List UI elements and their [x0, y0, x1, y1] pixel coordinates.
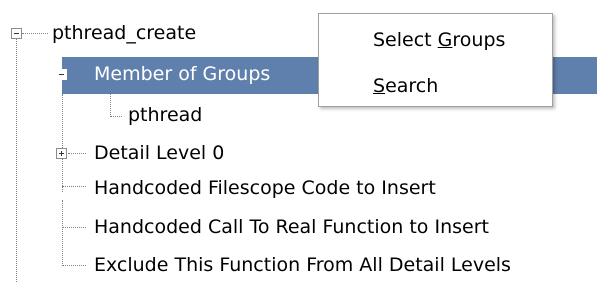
menu-item-mnemonic: G [437, 29, 453, 51]
collapse-toggle-icon[interactable] [56, 69, 67, 80]
menu-item-mnemonic: S [373, 75, 386, 97]
expand-toggle-icon[interactable] [56, 148, 67, 159]
tree-branch-line [62, 227, 86, 228]
menu-item-text: Select [373, 29, 438, 51]
tree-branch-line [62, 186, 86, 187]
tree-guide-line [62, 200, 63, 266]
menu-item-search[interactable]: Search [373, 75, 438, 97]
tree-branch-line [68, 153, 86, 154]
menu-item-text: earch [385, 75, 439, 97]
tree-node-pthread[interactable]: pthread [128, 104, 202, 126]
tree-node-handcoded-filescope[interactable]: Handcoded Filescope Code to Insert [94, 177, 436, 199]
tree-node-detail-level-0[interactable]: Detail Level 0 [94, 142, 224, 164]
context-menu: Select Groups Search [318, 13, 553, 107]
menu-item-select-groups[interactable]: Select Groups [373, 29, 505, 51]
tree-node-member-of-groups[interactable]: Member of Groups [94, 63, 270, 85]
collapse-toggle-icon[interactable] [11, 28, 22, 39]
menu-item-text: roups [452, 29, 506, 51]
tree-branch-line [62, 265, 86, 266]
tree-guide-line [62, 94, 63, 192]
tree-node-handcoded-call[interactable]: Handcoded Call To Real Function to Inser… [94, 216, 489, 238]
tree-branch-line [110, 116, 122, 117]
tree-branch-line [22, 33, 48, 34]
tree-node-pthread-create[interactable]: pthread_create [52, 22, 196, 44]
tree-guide-line [16, 38, 17, 282]
tree-guide-line [110, 94, 111, 117]
tree-node-exclude-function[interactable]: Exclude This Function From All Detail Le… [94, 254, 511, 276]
